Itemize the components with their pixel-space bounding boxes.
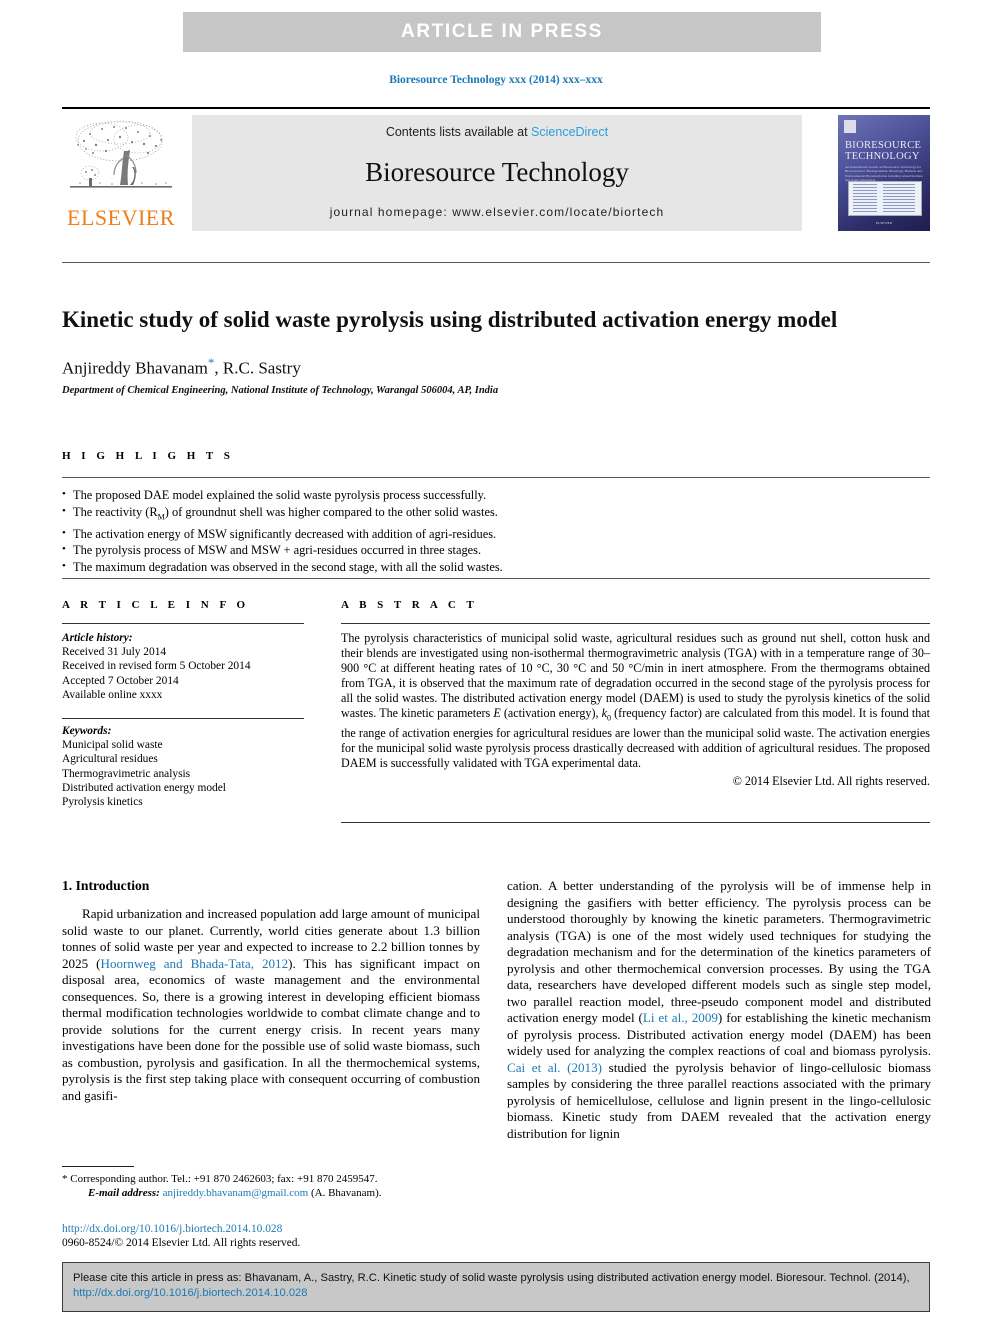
abstract-label: A B S T R A C T [341, 599, 478, 611]
article-in-press-banner: ARTICLE IN PRESS [183, 12, 821, 52]
abstract-copyright: © 2014 Elsevier Ltd. All rights reserved… [732, 773, 930, 788]
citation-instruction-box: Please cite this article in press as: Bh… [62, 1262, 930, 1312]
corresponding-author-footnote: * Corresponding author. Tel.: +91 870 24… [62, 1172, 480, 1186]
footnote-marker: * [62, 1173, 68, 1185]
citation-li-2009[interactable]: Li et al., 2009 [643, 1010, 718, 1025]
cover-title: BIORESOURCE TECHNOLOGY [845, 140, 922, 162]
highlights-label: H I G H L I G H T S [62, 450, 234, 462]
cover-figure-panel [848, 181, 922, 216]
doi-link[interactable]: http://dx.doi.org/10.1016/j.biortech.201… [62, 1222, 480, 1236]
citation-doi-link[interactable]: http://dx.doi.org/10.1016/j.biortech.201… [73, 1287, 308, 1299]
contents-prefix: Contents lists available at [385, 125, 532, 139]
highlights-divider-bottom [62, 578, 930, 579]
highlights-divider-top [62, 477, 930, 478]
history-item: Available online xxxx [62, 688, 163, 701]
list-item: The reactivity (RM) of groundnut shell w… [62, 503, 930, 526]
author-primary: Anjireddy Bhavanam [62, 358, 208, 378]
email-link[interactable]: anjireddy.bhavanam@gmail.com [163, 1187, 309, 1199]
abstract-divider-bottom [341, 822, 930, 823]
footnote-divider [62, 1166, 134, 1167]
contents-available-line: Contents lists available at ScienceDirec… [386, 125, 608, 139]
history-item: Received in revised form 5 October 2014 [62, 660, 251, 673]
list-item: The activation energy of MSW significant… [62, 525, 930, 543]
journal-cover-thumbnail: BIORESOURCE TECHNOLOGY An International … [838, 115, 930, 231]
article-info-divider [62, 623, 304, 624]
abstract-text: The pyrolysis characteristics of municip… [341, 631, 930, 788]
issn-copyright-line: 0960-8524/© 2014 Elsevier Ltd. All right… [62, 1237, 301, 1249]
citation-text: Please cite this article in press as: Bh… [73, 1272, 910, 1284]
keyword-item: Thermogravimetric analysis [62, 767, 191, 780]
list-item: The proposed DAE model explained the sol… [62, 486, 930, 504]
author-list: Anjireddy Bhavanam*, R.C. Sastry [62, 355, 892, 379]
keyword-item: Distributed activation energy model [62, 781, 226, 794]
body-column-right: cation. A better understanding of the py… [507, 878, 931, 1142]
journal-title: Bioresource Technology [365, 156, 629, 187]
article-in-press-label: ARTICLE IN PRESS [401, 21, 603, 42]
affiliation: Department of Chemical Engineering, Nati… [62, 385, 499, 396]
email-footnote: E-mail address: anjireddy.bhavanam@gmail… [62, 1186, 480, 1200]
corresponding-author-text: Corresponding author. Tel.: +91 870 2462… [70, 1173, 378, 1185]
abstract-part-2: (activation energy), [500, 705, 602, 720]
article-info-label: A R T I C L E I N F O [62, 599, 250, 611]
title-divider [62, 262, 930, 263]
article-history-block: Article history: Received 31 July 2014 R… [62, 631, 312, 702]
keyword-item: Pyrolysis kinetics [62, 796, 143, 809]
elsevier-wordmark: ELSEVIER [67, 205, 175, 230]
elsevier-tree-icon [70, 120, 172, 188]
citation-instruction-text: Please cite this article in press as: Bh… [73, 1271, 919, 1301]
footnote-block: * Corresponding author. Tel.: +91 870 24… [62, 1166, 480, 1200]
cover-footer: ELSEVIER [875, 221, 892, 225]
intro-right-text-1: cation. A better understanding of the py… [507, 878, 931, 1025]
keyword-item: Agricultural residues [62, 753, 158, 766]
page-title: Kinetic study of solid waste pyrolysis u… [62, 307, 838, 333]
email-label: E-mail address: [88, 1187, 160, 1199]
sciencedirect-link[interactable]: ScienceDirect [531, 125, 608, 139]
cover-subtitle: An International Journal on Bioresource … [845, 165, 923, 182]
author-secondary: , R.C. Sastry [214, 358, 301, 378]
list-item: The maximum degradation was observed in … [62, 558, 930, 576]
keywords-block: Keywords: Municipal solid waste Agricult… [62, 724, 312, 809]
doi-block: http://dx.doi.org/10.1016/j.biortech.201… [62, 1222, 480, 1250]
citation-hoornweg[interactable]: Hoornweg and Bhada-Tata, 2012 [101, 956, 289, 971]
journal-band: Contents lists available at ScienceDirec… [192, 115, 802, 231]
history-item: Received 31 July 2014 [62, 646, 167, 659]
intro-paragraph-left: Rapid urbanization and increased populat… [62, 906, 480, 1104]
keywords-heading: Keywords: [62, 725, 112, 737]
journal-masthead: ELSEVIER Contents lists available at Sci… [62, 107, 930, 232]
journal-homepage-link[interactable]: journal homepage: www.elsevier.com/locat… [330, 205, 664, 219]
intro-paragraph-right: cation. A better understanding of the py… [507, 878, 931, 1142]
keywords-divider [62, 718, 304, 719]
abstract-divider [341, 623, 930, 624]
section-heading-introduction: 1. Introduction [62, 878, 150, 893]
list-item: The pyrolysis process of MSW and MSW + a… [62, 541, 930, 559]
citation-cai-2013[interactable]: Cai et al. (2013) [507, 1060, 602, 1075]
highlights-list: The proposed DAE model explained the sol… [62, 486, 930, 576]
email-owner: (A. Bhavanam). [310, 1187, 382, 1199]
journal-reference-line: Bioresource Technology xxx (2014) xxx–xx… [389, 74, 603, 86]
abstract-symbol-e: E [493, 705, 501, 720]
article-history-heading: Article history: [62, 632, 133, 644]
body-column-left: 1. Introduction Rapid urbanization and i… [62, 878, 480, 1104]
elsevier-logo: ELSEVIER [62, 115, 180, 231]
keyword-item: Municipal solid waste [62, 739, 163, 752]
intro-left-text-2: ). This has significant impact on dispos… [62, 955, 480, 1103]
cover-elsevier-mark-icon [844, 120, 856, 133]
history-item: Accepted 7 October 2014 [62, 674, 179, 687]
